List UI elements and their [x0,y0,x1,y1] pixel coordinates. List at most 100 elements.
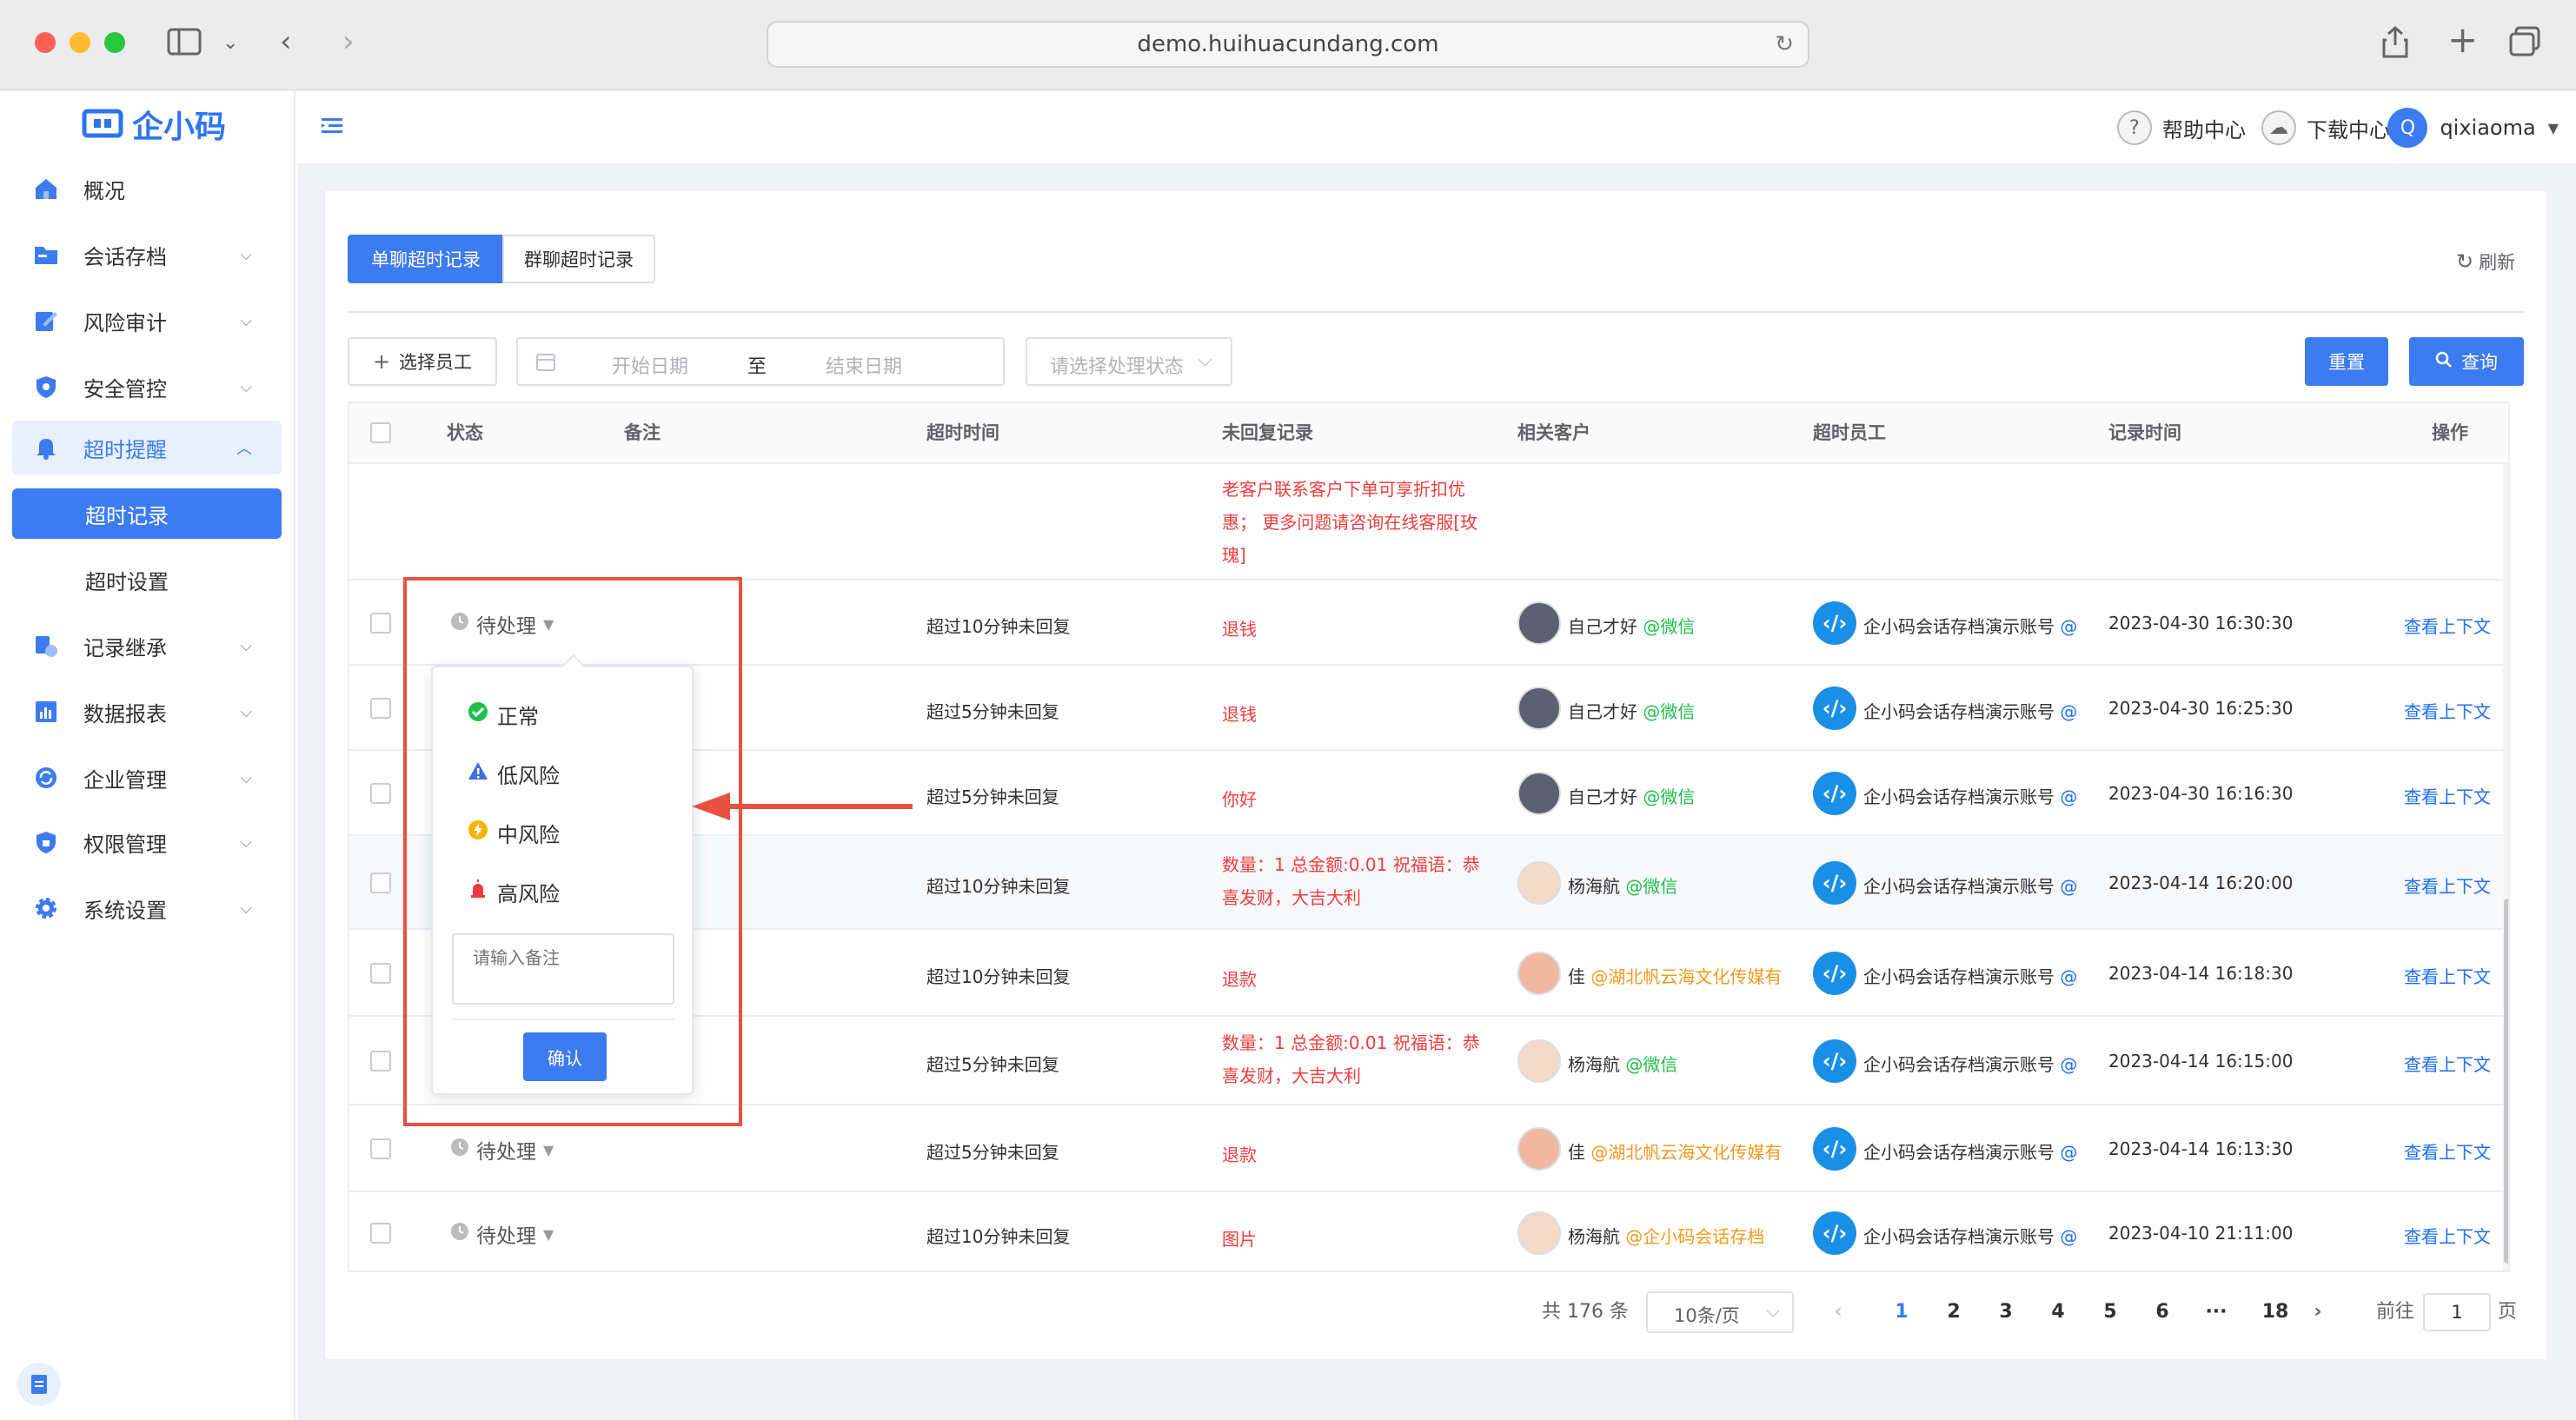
view-context-link[interactable]: 查看上下文 [2404,783,2491,808]
header-staff: 超时员工 [1813,422,1886,443]
customer-tag: @企小码会话存档 [1625,1226,1765,1247]
table-scrollbar[interactable] [2503,464,2508,1271]
tab-single-chat-timeout[interactable]: 单聊超时记录 [348,235,504,283]
end-date-input[interactable]: 结束日期 [826,351,902,379]
staff-tag: @ [2060,966,2078,987]
sidebar-item-risk-audit[interactable]: 风险审计 ⌵ [12,294,282,348]
logo[interactable]: 企小码 [82,104,226,145]
help-center-label: 帮助中心 [2162,117,2246,143]
cloud-download-icon: ☁ [2261,110,2296,145]
user-menu[interactable]: Q qixiaoma ▼ [2387,108,2559,148]
view-context-link[interactable]: 查看上下文 [2404,1051,2491,1076]
code-icon: ‹/› [1813,861,1856,905]
start-date-input[interactable]: 开始日期 [612,351,688,379]
sidebar-item-enterprise[interactable]: 企业管理 ⌵ [12,751,282,805]
staff-name: 企小码会话存档演示账号 [1863,1142,2055,1163]
sidebar-toggle-icon[interactable] [167,26,202,65]
page-number[interactable]: 3 [1987,1293,2025,1331]
sidebar-item-label: 风险审计 [83,310,167,335]
page-number[interactable]: 2 [1935,1293,1973,1331]
page-size-select[interactable]: 10条/页 ⌵ [1646,1291,1794,1333]
download-center-link[interactable]: ☁ 下载中心 [2261,109,2390,146]
folder-icon [33,242,59,268]
chevron-down-icon[interactable]: ⌄ [222,26,238,61]
reset-button[interactable]: 重置 [2305,337,2388,386]
view-context-link[interactable]: 查看上下文 [2404,613,2491,638]
sidebar-item-timeout-alert[interactable]: 超时提醒 ︿ [12,421,282,474]
sidebar-item-system-settings[interactable]: 系统设置 ⌵ [12,881,282,935]
status-dropdown[interactable]: 待处理 ▼ [450,1219,554,1249]
scrollbar-thumb[interactable] [2504,899,2508,1264]
select-all-checkbox[interactable] [370,422,391,443]
customer-avatar [1517,1039,1561,1083]
row-checkbox[interactable] [370,963,391,984]
select-staff-button[interactable]: + 选择员工 [348,337,497,386]
row-checkbox[interactable] [370,783,391,804]
sidebar-item-overview[interactable]: 概况 [12,162,282,216]
reload-icon[interactable]: ↻ [1775,23,1794,66]
view-context-link[interactable]: 查看上下文 [2404,963,2491,988]
back-icon[interactable]: ‹ [280,24,292,59]
page-number[interactable]: 4 [2039,1293,2077,1331]
customer-avatar [1517,687,1561,730]
date-range-picker[interactable]: 开始日期 至 结束日期 [516,337,1005,386]
new-tab-icon[interactable]: + [2447,22,2478,58]
chevron-down-icon: ⌵ [1198,349,1212,371]
prev-page-icon[interactable]: ‹ [1825,1293,1851,1331]
sidebar-item-permission[interactable]: 权限管理 ⌵ [12,815,282,869]
status-text: 待处理 [476,1225,536,1248]
refresh-button[interactable]: ↻ 刷新 [2456,249,2515,275]
forward-icon[interactable]: › [342,24,355,59]
collapse-menu-icon[interactable] [320,113,346,143]
row-checkbox[interactable] [370,1138,391,1159]
lock-shield-icon [33,829,59,855]
row-checkbox[interactable] [370,873,391,893]
help-center-link[interactable]: ? 帮助中心 [2117,109,2246,146]
page-number[interactable]: 1 [1882,1293,1921,1331]
staff-name: 企小码会话存档演示账号 [1863,616,2055,637]
goto-page-input[interactable] [2423,1293,2491,1331]
pagination-ellipsis[interactable]: ··· [2197,1293,2235,1331]
edit-icon [33,308,59,334]
staff-name: 企小码会话存档演示账号 [1863,786,2055,807]
divider [348,311,2524,313]
table-row: 老客户联系客户下单可享折扣优惠； 更多问题请咨询在线客服[玫瑰] [349,464,2508,581]
page-number[interactable]: 5 [2091,1293,2129,1331]
view-context-link[interactable]: 查看上下文 [2404,1138,2491,1164]
row-checkbox[interactable] [370,1051,391,1072]
minimize-window-button[interactable] [70,32,90,53]
page-number[interactable]: 18 [2256,1293,2294,1331]
next-page-icon[interactable]: › [2305,1293,2331,1331]
row-checkbox[interactable] [370,1223,391,1244]
view-context-link[interactable]: 查看上下文 [2404,873,2491,898]
page-number[interactable]: 6 [2143,1293,2181,1331]
sidebar-subitem-label: 超时设置 [85,569,169,594]
document-icon[interactable] [17,1363,61,1406]
row-checkbox[interactable] [370,613,391,634]
tabs-overview-icon[interactable] [2508,26,2541,65]
sidebar-item-data-report[interactable]: 数据报表 ⌵ [12,685,282,739]
staff-tag: @ [2060,786,2078,807]
row-checkbox[interactable] [370,698,391,719]
query-button[interactable]: 查询 [2409,337,2524,386]
staff-tag: @ [2060,1142,2078,1163]
sidebar-subitem-timeout-records[interactable]: 超时记录 [12,488,282,539]
record-time: 2023-04-30 16:25:30 [2108,698,2294,719]
view-context-link[interactable]: 查看上下文 [2404,698,2491,723]
url-bar[interactable]: demo.huihuacundang.com ↻ [767,21,1809,68]
view-context-link[interactable]: 查看上下文 [2404,1223,2491,1248]
share-icon[interactable] [2381,24,2409,67]
sidebar-item-security[interactable]: 安全管控 ⌵ [12,360,282,414]
close-window-button[interactable] [35,32,56,53]
sidebar-item-record-inherit[interactable]: 记录继承 ⌵ [12,619,282,673]
chevron-down-icon: ⌵ [240,702,252,721]
sidebar-subitem-timeout-settings[interactable]: 超时设置 [12,554,282,605]
customer-tag: @微信 [1643,616,1696,637]
status-select[interactable]: 请选择处理状态 ⌵ [1026,337,1232,386]
customer-name: 杨海航 [1568,1226,1620,1247]
sidebar-item-session-archive[interactable]: 会话存档 ⌵ [12,228,282,282]
maximize-window-button[interactable] [104,32,125,53]
customer-name: 佳 [1568,966,1585,987]
status-dropdown[interactable]: 待处理 ▼ [450,1135,554,1165]
tab-group-chat-timeout[interactable]: 群聊超时记录 [502,235,655,283]
